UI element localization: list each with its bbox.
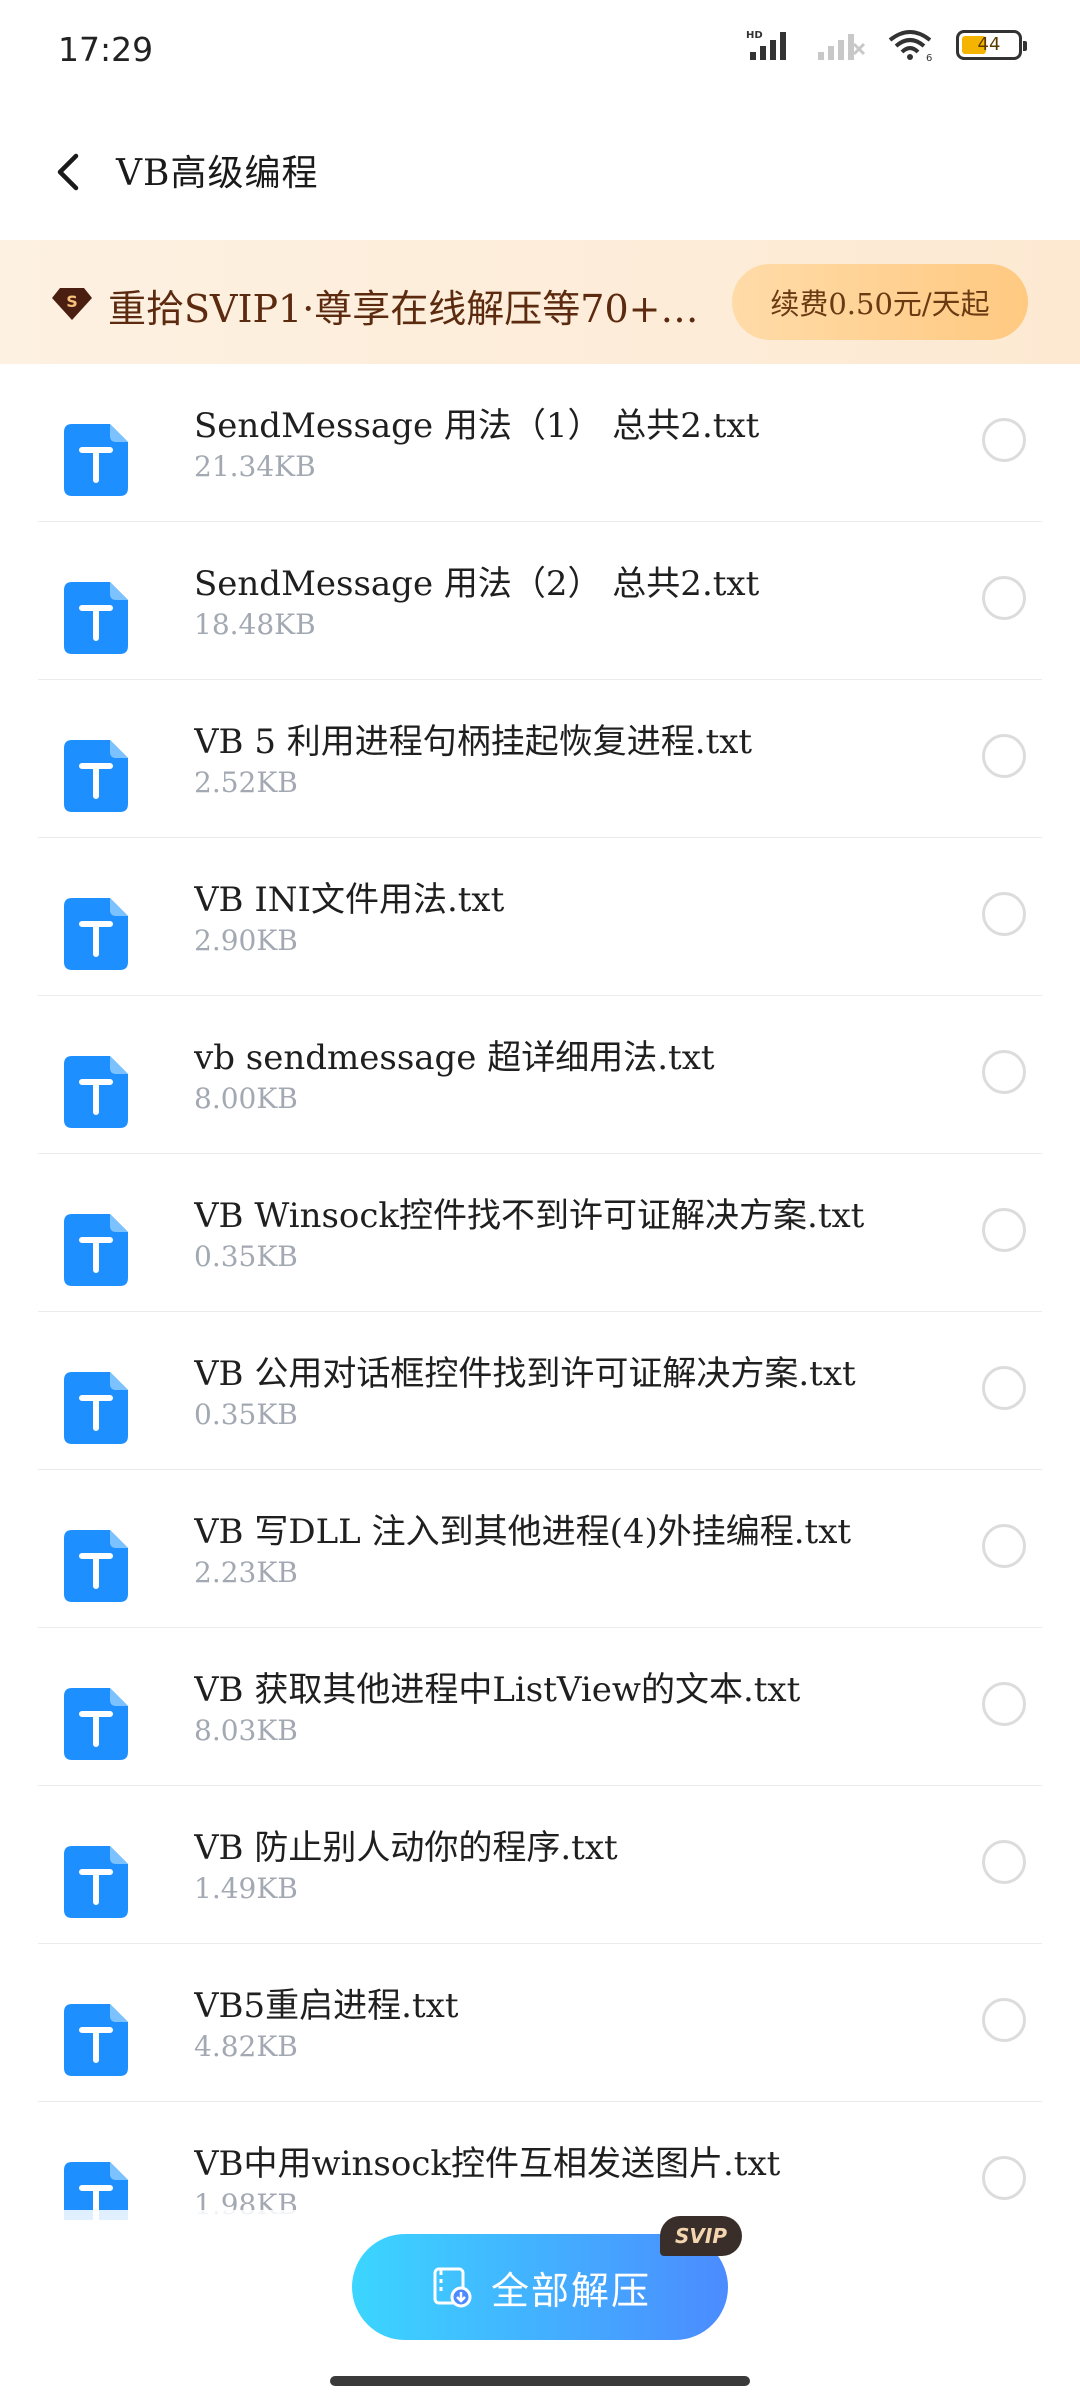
- file-checkbox[interactable]: [982, 1998, 1026, 2042]
- file-name: VB中用winsock控件互相发送图片.txt: [194, 2144, 781, 2184]
- text-file-icon: [64, 1372, 128, 1444]
- extract-icon: [433, 2267, 472, 2308]
- file-name: VB 5 利用进程句柄挂起恢复进程.txt: [194, 722, 753, 762]
- text-file-icon: [64, 1688, 128, 1760]
- text-file-icon: [64, 1214, 128, 1286]
- status-icons: HD 6 44: [746, 28, 1027, 62]
- file-size: 4.82KB: [194, 2030, 298, 2063]
- file-row-5[interactable]: vb sendmessage 超详细用法.txt 8.00KB: [0, 996, 1080, 1154]
- text-file-icon: [64, 424, 128, 496]
- page-title: VB高级编程: [116, 153, 319, 194]
- file-row-12[interactable]: VB中用winsock控件互相发送图片.txt 1.98KB: [0, 2102, 1080, 2220]
- file-row-2[interactable]: SendMessage 用法（2） 总共2.txt 18.48KB: [0, 522, 1080, 680]
- file-name: VB 写DLL 注入到其他进程(4)外挂编程.txt: [194, 1512, 852, 1552]
- hd-signal-icon: HD: [746, 30, 786, 60]
- battery-icon: 44: [956, 30, 1027, 60]
- status-time: 17:29: [58, 30, 154, 69]
- file-row-4[interactable]: VB INI文件用法.txt 2.90KB: [0, 838, 1080, 996]
- file-row-9[interactable]: VB 获取其他进程中ListView的文本.txt 8.03KB: [0, 1628, 1080, 1786]
- file-row-6[interactable]: VB Winsock控件找不到许可证解决方案.txt 0.35KB: [0, 1154, 1080, 1312]
- file-name: SendMessage 用法（2） 总共2.txt: [194, 564, 760, 604]
- text-file-icon: [64, 582, 128, 654]
- file-checkbox[interactable]: [982, 1208, 1026, 1252]
- chevron-left-icon[interactable]: [44, 146, 92, 198]
- svg-text:S: S: [66, 292, 78, 311]
- file-size: 2.23KB: [194, 1556, 298, 1589]
- text-file-icon: [64, 1846, 128, 1918]
- file-checkbox[interactable]: [982, 1840, 1026, 1884]
- file-name: VB 公用对话框控件找到许可证解决方案.txt: [194, 1354, 856, 1394]
- signal-icon: [818, 34, 866, 60]
- file-name: VB5重启进程.txt: [194, 1986, 459, 2026]
- extract-all-label: 全部解压: [490, 2268, 651, 2313]
- battery-tip: [1023, 41, 1027, 51]
- svg-text:HD: HD: [746, 30, 763, 41]
- renew-button[interactable]: 续费0.50元/天起: [732, 264, 1028, 340]
- file-row-11[interactable]: VB5重启进程.txt 4.82KB: [0, 1944, 1080, 2102]
- file-name: VB 获取其他进程中ListView的文本.txt: [194, 1670, 801, 1710]
- file-checkbox[interactable]: [982, 576, 1026, 620]
- battery-level: 44: [977, 34, 1001, 55]
- file-name: SendMessage 用法（1） 总共2.txt: [194, 406, 760, 446]
- file-checkbox[interactable]: [982, 418, 1026, 462]
- file-size: 21.34KB: [194, 450, 316, 483]
- text-file-icon: [64, 898, 128, 970]
- header: VB高级编程: [0, 104, 1080, 240]
- svip-diamond-icon: S: [52, 288, 92, 320]
- text-file-icon: [64, 2004, 128, 2076]
- file-checkbox[interactable]: [982, 1524, 1026, 1568]
- file-size: 0.35KB: [194, 1240, 298, 1273]
- file-size: 2.52KB: [194, 766, 298, 799]
- file-row-8[interactable]: VB 写DLL 注入到其他进程(4)外挂编程.txt 2.23KB: [0, 1470, 1080, 1628]
- promo-text: 重拾SVIP1·尊享在线解压等70+特权: [108, 287, 718, 331]
- file-row-3[interactable]: VB 5 利用进程句柄挂起恢复进程.txt 2.52KB: [0, 680, 1080, 838]
- file-checkbox[interactable]: [982, 1366, 1026, 1410]
- file-list[interactable]: SendMessage 用法（1） 总共2.txt 21.34KB SendMe…: [0, 364, 1080, 2220]
- file-row-7[interactable]: VB 公用对话框控件找到许可证解决方案.txt 0.35KB: [0, 1312, 1080, 1470]
- file-name: VB 防止别人动你的程序.txt: [194, 1828, 618, 1868]
- wifi-icon: 6: [888, 30, 932, 62]
- file-checkbox[interactable]: [982, 1050, 1026, 1094]
- file-name: VB Winsock控件找不到许可证解决方案.txt: [194, 1196, 865, 1236]
- file-size: 0.35KB: [194, 1398, 298, 1431]
- text-file-icon: [64, 1530, 128, 1602]
- file-checkbox[interactable]: [982, 892, 1026, 936]
- file-checkbox[interactable]: [982, 2156, 1026, 2200]
- home-indicator[interactable]: [330, 2376, 750, 2386]
- svip-badge: SVIP: [660, 2216, 742, 2256]
- text-file-icon: [64, 740, 128, 812]
- text-file-icon: [64, 1056, 128, 1128]
- file-size: 8.03KB: [194, 1714, 298, 1747]
- file-size: 8.00KB: [194, 1082, 298, 1115]
- file-name: vb sendmessage 超详细用法.txt: [194, 1038, 715, 1078]
- file-size: 1.49KB: [194, 1872, 298, 1905]
- file-name: VB INI文件用法.txt: [194, 880, 505, 920]
- status-bar: 17:29 HD 6 44: [0, 0, 1080, 104]
- svg-text:6: 6: [926, 53, 932, 62]
- file-size: 2.90KB: [194, 924, 298, 957]
- file-row-1[interactable]: SendMessage 用法（1） 总共2.txt 21.34KB: [0, 364, 1080, 522]
- file-size: 18.48KB: [194, 608, 316, 641]
- file-checkbox[interactable]: [982, 1682, 1026, 1726]
- file-checkbox[interactable]: [982, 734, 1026, 778]
- file-row-10[interactable]: VB 防止别人动你的程序.txt 1.49KB: [0, 1786, 1080, 1944]
- svip-promo-banner[interactable]: S 重拾SVIP1·尊享在线解压等70+特权 续费0.50元/天起: [0, 240, 1080, 364]
